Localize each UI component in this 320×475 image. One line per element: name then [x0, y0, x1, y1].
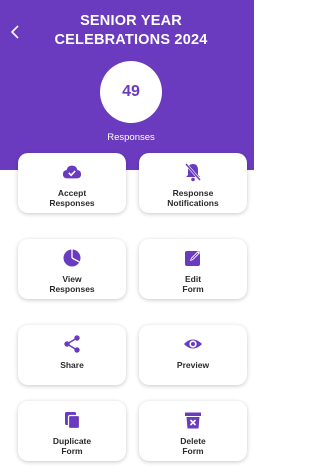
page-title: SENIOR YEAR CELEBRATIONS 2024: [24, 12, 238, 50]
share-button[interactable]: Share: [18, 325, 126, 385]
share-label: Share: [60, 360, 84, 370]
edit-form-button[interactable]: Edit Form: [139, 239, 247, 299]
response-count: 49: [122, 83, 140, 100]
bell-off-icon: [183, 162, 203, 182]
accept-responses-button[interactable]: Accept Responses: [18, 153, 126, 213]
eye-icon: [183, 334, 203, 354]
cloud-check-icon: [62, 162, 82, 182]
delete-form-button[interactable]: Delete Form: [139, 401, 247, 461]
view-responses-button[interactable]: View Responses: [18, 239, 126, 299]
pie-chart-icon: [62, 248, 82, 268]
view-responses-label: View Responses: [49, 274, 95, 294]
header: SENIOR YEAR CELEBRATIONS 2024 49 Respons…: [0, 0, 254, 170]
duplicate-icon: [62, 410, 82, 430]
delete-form-label: Delete Form: [180, 436, 206, 456]
title-line-2: CELEBRATIONS 2024: [54, 32, 208, 48]
delete-icon: [183, 410, 203, 430]
title-line-1: SENIOR YEAR: [80, 13, 182, 29]
share-icon: [62, 334, 82, 354]
duplicate-form-button[interactable]: Duplicate Form: [18, 401, 126, 461]
chevron-left-icon[interactable]: [8, 22, 22, 42]
response-notifications-label: Response Notifications: [167, 188, 219, 208]
duplicate-form-label: Duplicate Form: [52, 436, 92, 456]
response-notifications-button[interactable]: Response Notifications: [139, 153, 247, 213]
edit-icon: [183, 248, 203, 268]
preview-button[interactable]: Preview: [139, 325, 247, 385]
response-count-label: Responses: [107, 132, 155, 143]
preview-label: Preview: [176, 360, 210, 370]
response-count-badge: 49: [100, 61, 162, 123]
edit-form-label: Edit Form: [182, 274, 204, 294]
accept-responses-label: Accept Responses: [49, 188, 95, 208]
